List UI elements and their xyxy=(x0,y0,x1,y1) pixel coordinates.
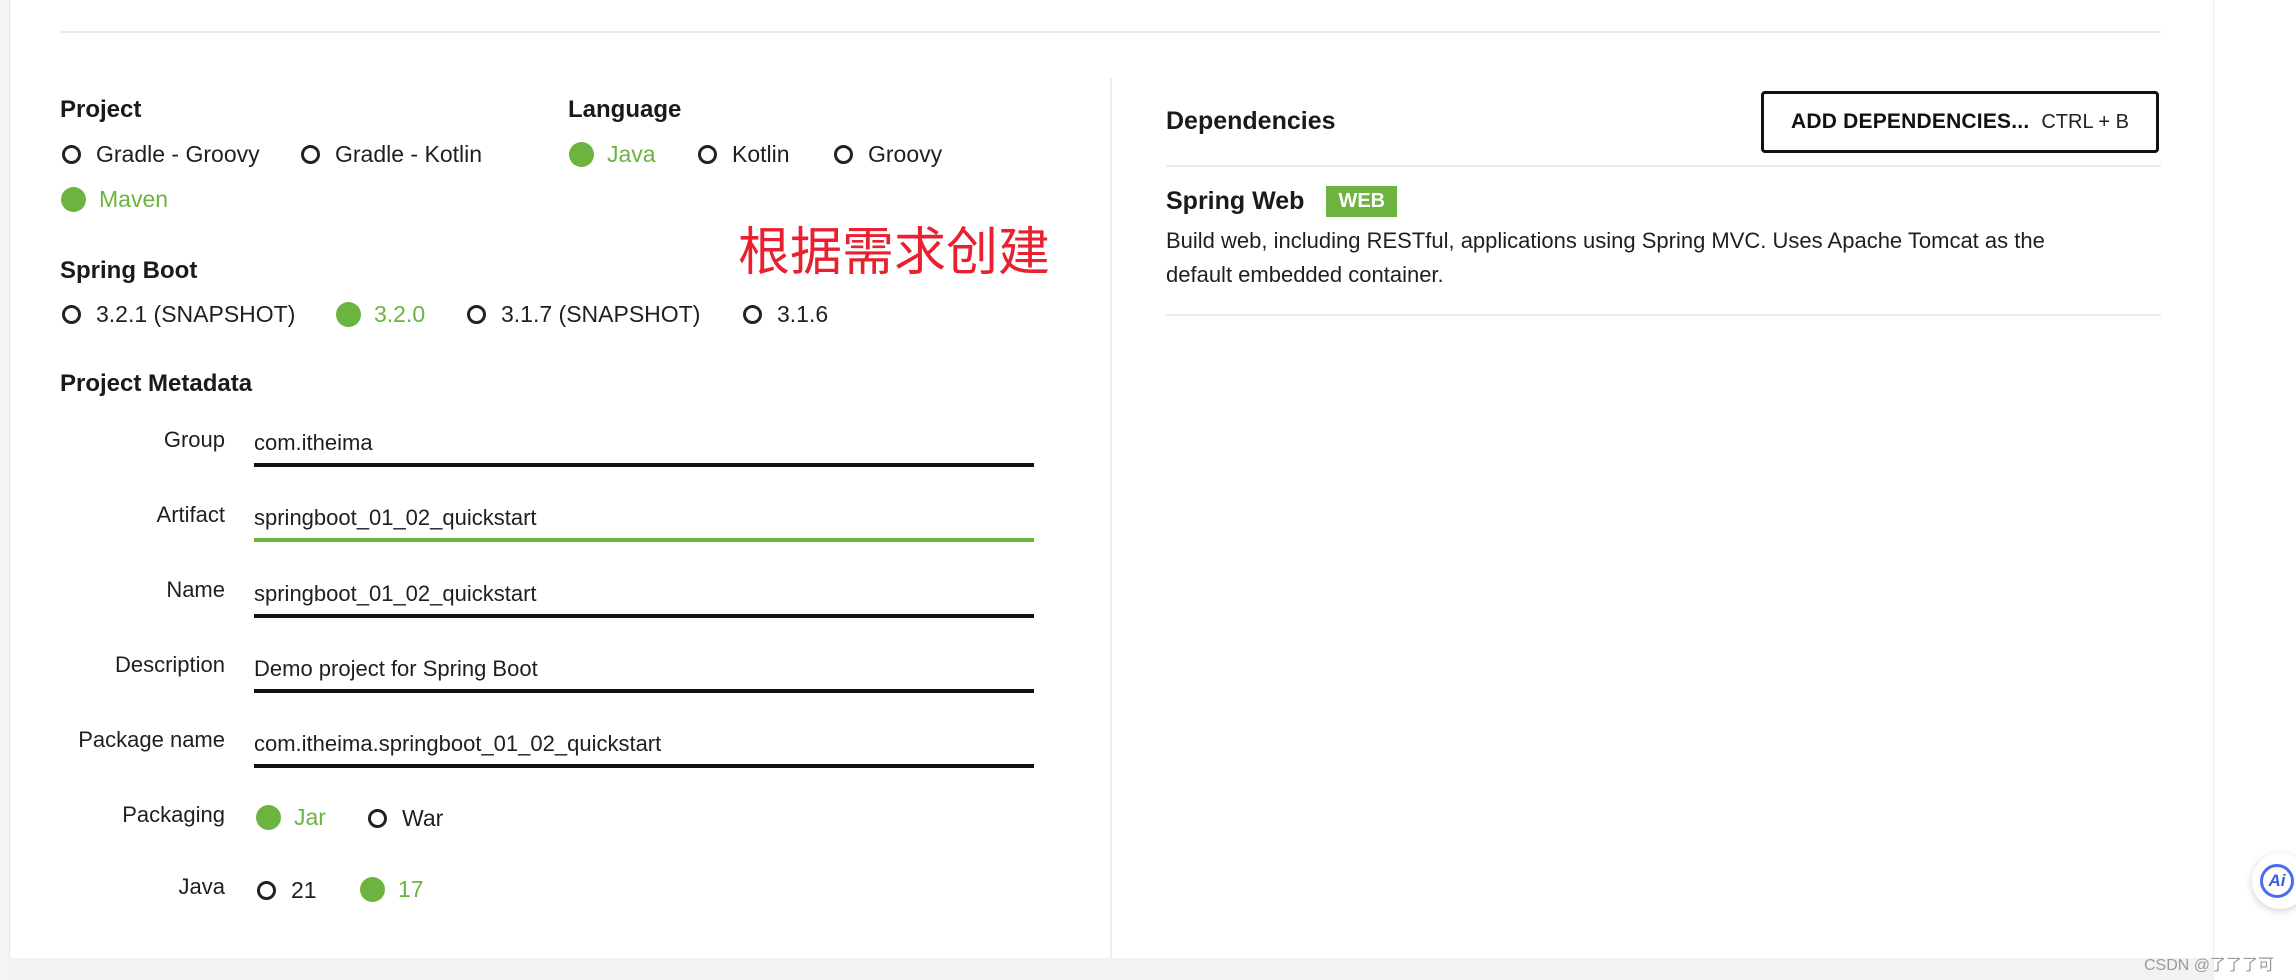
java-label: Java xyxy=(178,874,225,899)
language-option-kotlin[interactable]: Kotlin xyxy=(698,141,790,168)
package-name-label: Package name xyxy=(78,727,225,752)
language-section-title: Language xyxy=(568,96,682,123)
group-label: Group xyxy=(163,427,225,452)
boot-option-3-2-1-snapshot[interactable]: 3.2.1 (SNAPSHOT) xyxy=(62,301,295,328)
radio-label: Maven xyxy=(99,186,169,212)
project-option-gradle-kotlin[interactable]: Gradle - Kotlin xyxy=(301,141,482,168)
radio-checked-icon xyxy=(569,142,594,167)
requirement-annotation: 根据需求创建 xyxy=(738,223,1051,283)
radio-unchecked-icon xyxy=(467,305,486,324)
radio-label: 3.1.6 xyxy=(777,301,829,327)
project-section-title: Project xyxy=(60,96,142,123)
language-option-groovy[interactable]: Groovy xyxy=(834,141,942,168)
name-label: Name xyxy=(166,577,225,602)
dependency-item-header: Spring Web WEB xyxy=(1166,186,1398,217)
add-dependencies-label: ADD DEPENDENCIES... xyxy=(1791,110,2030,133)
radio-unchecked-icon xyxy=(301,145,320,164)
dependencies-title: Dependencies xyxy=(1166,107,1336,135)
artifact-label: Artifact xyxy=(156,502,225,527)
radio-label: Java xyxy=(607,141,656,167)
radio-label: 3.2.0 xyxy=(374,301,426,327)
package-name-field[interactable] xyxy=(254,724,1034,768)
radio-checked-icon xyxy=(336,302,361,327)
spring-boot-section-title: Spring Boot xyxy=(60,257,198,284)
metadata-section-title: Project Metadata xyxy=(60,370,253,397)
radio-label: Jar xyxy=(294,804,326,830)
radio-label: War xyxy=(402,805,444,831)
group-field[interactable] xyxy=(254,423,1034,467)
project-option-gradle-groovy[interactable]: Gradle - Groovy xyxy=(62,141,260,168)
name-field[interactable] xyxy=(254,574,1034,618)
dependencies-separator xyxy=(1166,165,2161,167)
left-page-edge xyxy=(0,0,10,980)
radio-label: 17 xyxy=(398,876,424,902)
radio-checked-icon xyxy=(360,877,385,902)
radio-unchecked-icon xyxy=(62,305,81,324)
radio-unchecked-icon xyxy=(257,881,276,900)
radio-unchecked-icon xyxy=(62,145,81,164)
dependency-badge: WEB xyxy=(1326,186,1398,217)
packaging-option-jar[interactable]: Jar xyxy=(256,804,326,831)
boot-option-3-2-0[interactable]: 3.2.0 xyxy=(336,301,425,328)
dependency-item-separator xyxy=(1166,314,2161,316)
ai-assistant-icon: Ai xyxy=(2260,864,2294,898)
keyboard-shortcut: CTRL + B xyxy=(2041,110,2129,133)
top-divider xyxy=(60,31,2161,33)
radio-checked-icon xyxy=(61,187,86,212)
dependency-name: Spring Web xyxy=(1166,187,1305,215)
dependency-description: Build web, including RESTful, applicatio… xyxy=(1166,228,2045,287)
right-page-edge xyxy=(2213,0,2296,980)
packaging-option-war[interactable]: War xyxy=(368,805,443,832)
radio-unchecked-icon xyxy=(698,145,717,164)
radio-label: Kotlin xyxy=(732,141,790,167)
packaging-label: Packaging xyxy=(122,802,225,827)
description-field[interactable] xyxy=(254,649,1034,693)
artifact-field[interactable] xyxy=(254,498,1034,542)
boot-option-3-1-7-snapshot[interactable]: 3.1.7 (SNAPSHOT) xyxy=(467,301,700,328)
java-option-21[interactable]: 21 xyxy=(257,877,317,904)
description-label: Description xyxy=(114,652,225,677)
radio-label: Gradle - Groovy xyxy=(96,141,260,167)
csdn-watermark: CSDN @了了了可 xyxy=(2144,957,2275,974)
radio-unchecked-icon xyxy=(834,145,853,164)
radio-label: 21 xyxy=(291,877,317,903)
language-option-java[interactable]: Java xyxy=(569,141,656,168)
project-option-maven[interactable]: Maven xyxy=(61,186,168,213)
radio-label: Gradle - Kotlin xyxy=(335,141,483,167)
radio-unchecked-icon xyxy=(743,305,762,324)
radio-label: 3.2.1 (SNAPSHOT) xyxy=(96,301,296,327)
radio-label: Groovy xyxy=(868,141,943,167)
boot-option-3-1-6[interactable]: 3.1.6 xyxy=(743,301,828,328)
radio-unchecked-icon xyxy=(368,809,387,828)
radio-checked-icon xyxy=(256,805,281,830)
footer-band xyxy=(9,958,2213,980)
radio-label: 3.1.7 (SNAPSHOT) xyxy=(501,301,701,327)
add-dependencies-button[interactable]: ADD DEPENDENCIES... CTRL + B xyxy=(1761,91,2159,153)
column-divider xyxy=(1110,78,1112,958)
java-option-17[interactable]: 17 xyxy=(360,876,424,903)
